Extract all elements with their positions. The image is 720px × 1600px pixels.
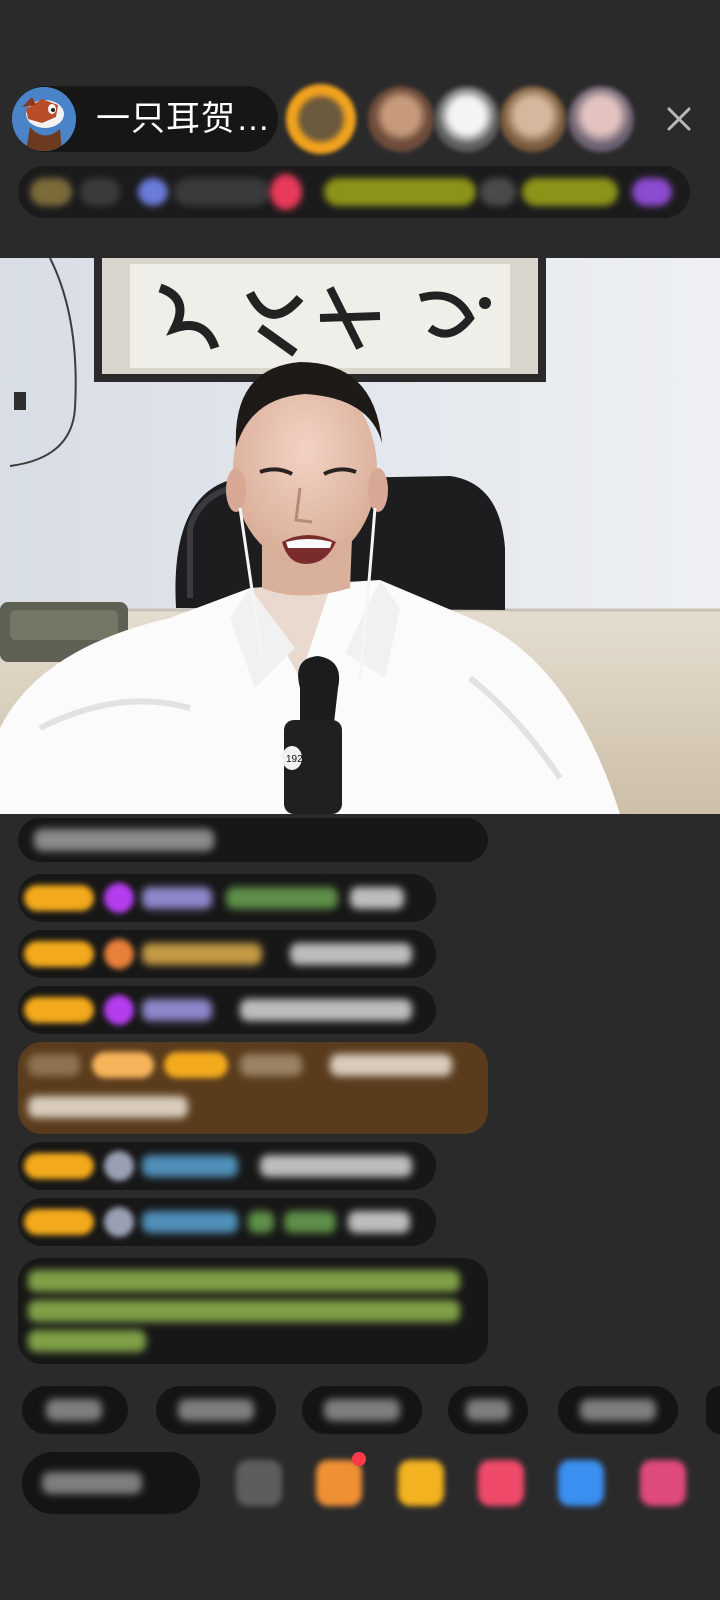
gift-shop-icon[interactable] xyxy=(398,1460,444,1506)
comment-input[interactable] xyxy=(22,1452,200,1514)
quick-reply-chip[interactable] xyxy=(706,1386,720,1434)
more-gifts-icon[interactable] xyxy=(640,1460,686,1506)
ticker-text xyxy=(522,178,618,206)
chat-message[interactable] xyxy=(18,986,436,1034)
svg-text:192: 192 xyxy=(286,754,303,765)
gift-badge[interactable] xyxy=(270,174,302,210)
top-viewer-avatar[interactable] xyxy=(286,84,356,154)
streamer-video-frame: 192 xyxy=(0,258,720,814)
hot-badge[interactable] xyxy=(138,178,168,206)
top-viewer-avatar[interactable] xyxy=(368,86,434,152)
chat-message[interactable] xyxy=(18,930,436,978)
hot-text xyxy=(174,178,270,206)
close-icon[interactable] xyxy=(662,102,696,136)
cartoon-avatar-icon xyxy=(12,87,76,151)
live-video-stream[interactable]: 192 xyxy=(0,258,720,814)
emoji-icon[interactable] xyxy=(236,1460,282,1506)
chat-message[interactable] xyxy=(18,1142,436,1190)
live-info-row[interactable] xyxy=(18,166,690,218)
quick-reply-chip[interactable] xyxy=(558,1386,678,1434)
top-viewer-avatar[interactable] xyxy=(568,86,634,152)
ticker-text xyxy=(324,178,476,206)
quick-reply-chip[interactable] xyxy=(302,1386,422,1434)
host-avatar[interactable] xyxy=(12,87,76,151)
ticker-badge[interactable] xyxy=(632,178,672,206)
chat-message-highlight[interactable] xyxy=(18,1042,488,1134)
close-x-glyph xyxy=(667,107,691,131)
rank-badge[interactable] xyxy=(30,178,72,206)
host-name: 一只耳贺… xyxy=(96,100,271,138)
heart-gift-icon[interactable] xyxy=(478,1460,524,1506)
chat-message-announcement xyxy=(18,1258,488,1364)
rank-text xyxy=(80,178,120,206)
chat-message[interactable] xyxy=(18,874,436,922)
chat-message[interactable] xyxy=(18,1198,436,1246)
ticker-text xyxy=(480,178,516,206)
top-viewer-avatar[interactable] xyxy=(500,86,566,152)
notification-dot xyxy=(352,1452,366,1466)
host-info-pill[interactable]: 一只耳贺… xyxy=(12,86,278,152)
top-viewer-avatar[interactable] xyxy=(434,86,500,152)
quick-reply-chip[interactable] xyxy=(22,1386,128,1434)
quick-reply-chip[interactable] xyxy=(156,1386,276,1434)
chat-message-system xyxy=(18,818,488,862)
quick-reply-chip[interactable] xyxy=(448,1386,528,1434)
game-icon[interactable] xyxy=(558,1460,604,1506)
gift-box-icon[interactable] xyxy=(316,1460,362,1506)
